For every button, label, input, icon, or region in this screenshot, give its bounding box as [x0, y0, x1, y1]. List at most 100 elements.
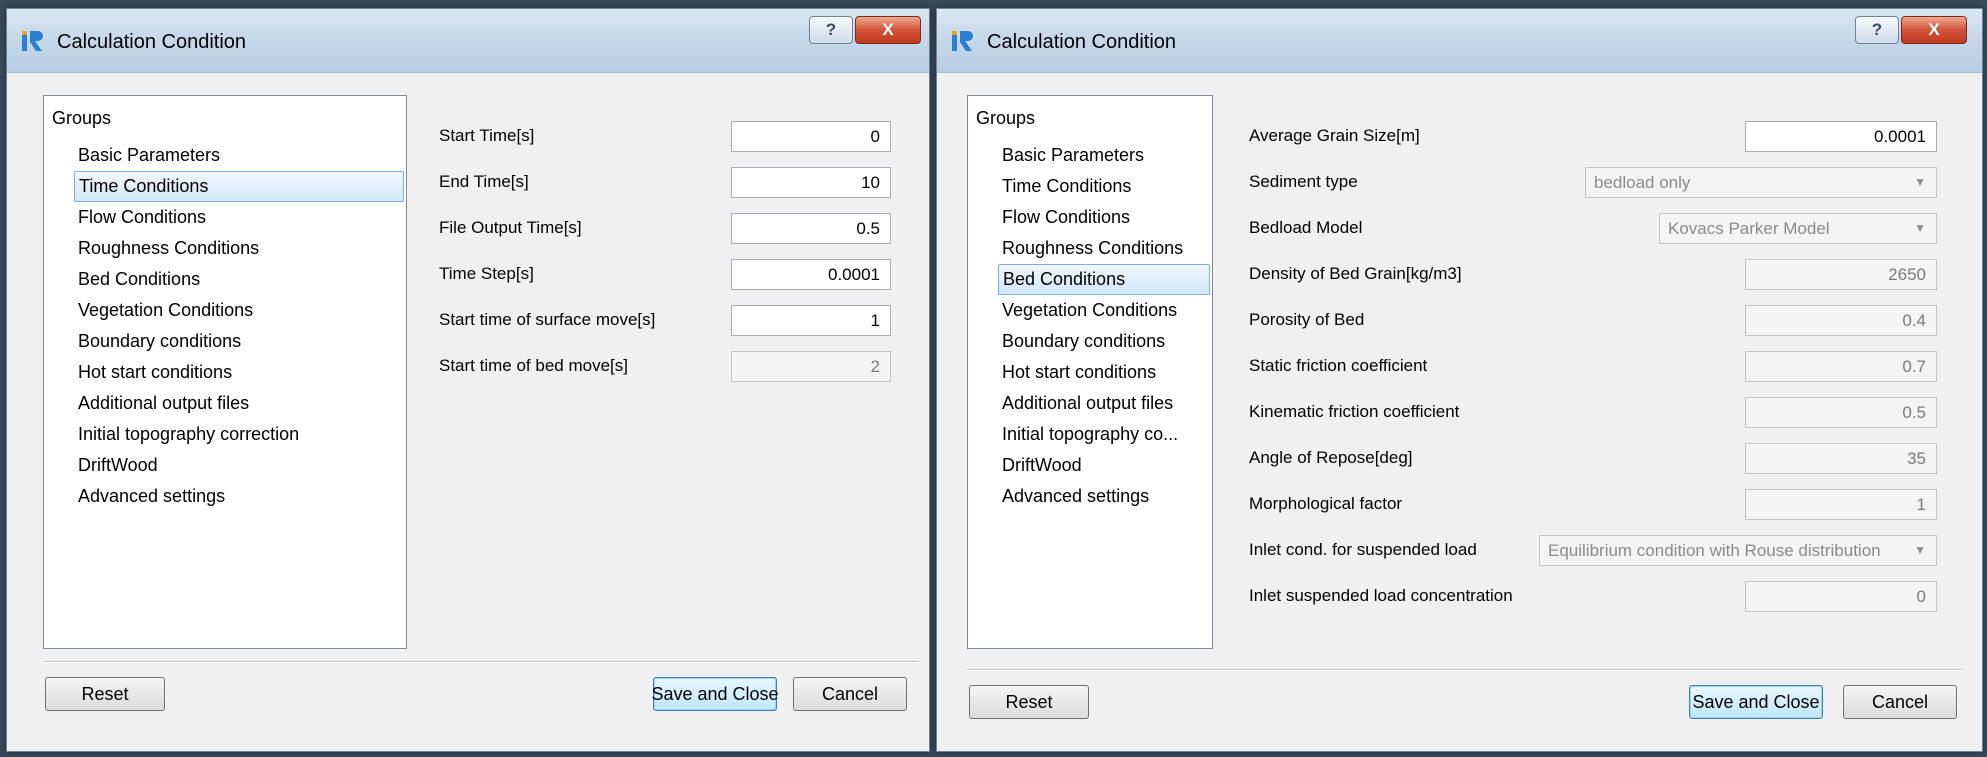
form-row-morphological-factor: Morphological factor 1: [1249, 489, 1969, 520]
close-icon: X: [882, 20, 894, 39]
calculation-condition-dialog-time: Calculation Condition ? X Groups Basic P…: [6, 8, 930, 752]
cancel-button[interactable]: Cancel: [1843, 685, 1957, 719]
groups-header: Groups: [976, 108, 1036, 128]
group-item-driftwood[interactable]: DriftWood: [998, 450, 1210, 481]
form-row-bed-grain-density: Density of Bed Grain[kg/m3] 2650: [1249, 259, 1969, 290]
surface-move-start-input[interactable]: 1: [731, 305, 891, 336]
group-item-hot-start-conditions[interactable]: Hot start conditions: [998, 357, 1210, 388]
close-button[interactable]: X: [1901, 16, 1967, 44]
chevron-down-icon: ▼: [1914, 221, 1926, 235]
group-item-vegetation-conditions[interactable]: Vegetation Conditions: [998, 295, 1210, 326]
close-button[interactable]: X: [855, 16, 921, 44]
time-step-input[interactable]: 0.0001: [731, 259, 891, 290]
group-item-bed-conditions[interactable]: Bed Conditions: [998, 264, 1210, 295]
porosity-input: 0.4: [1745, 305, 1937, 336]
group-item-initial-topography-correction[interactable]: Initial topography co...: [998, 419, 1210, 450]
group-item-roughness-conditions[interactable]: Roughness Conditions: [998, 233, 1210, 264]
window-title: Calculation Condition: [987, 31, 1177, 53]
group-item-hot-start-conditions[interactable]: Hot start conditions: [74, 357, 404, 388]
groups-list[interactable]: Groups Basic Parameters Time Conditions …: [43, 95, 407, 649]
form-row-static-friction: Static friction coefficient 0.7: [1249, 351, 1969, 382]
field-label: File Output Time[s]: [439, 218, 582, 237]
groups-header: Groups: [52, 108, 112, 128]
bedload-model-select: Kovacs Parker Model ▼: [1659, 213, 1937, 244]
save-and-close-button[interactable]: Save and Close: [1689, 685, 1823, 719]
form-row-inlet-suspended-cond: Inlet cond. for suspended load Equilibri…: [1249, 535, 1969, 566]
end-time-input[interactable]: 10: [731, 167, 891, 198]
field-label: Sediment type: [1249, 172, 1358, 191]
file-output-time-input[interactable]: 0.5: [731, 213, 891, 244]
group-item-initial-topography-correction[interactable]: Initial topography correction: [74, 419, 404, 450]
group-item-flow-conditions[interactable]: Flow Conditions: [74, 202, 404, 233]
group-item-basic-parameters[interactable]: Basic Parameters: [74, 140, 404, 171]
close-icon: X: [1928, 20, 1940, 39]
help-icon: ?: [825, 20, 837, 39]
field-label: Start time of surface move[s]: [439, 310, 656, 329]
bed-move-start-input: 2: [731, 351, 891, 382]
group-item-additional-output-files[interactable]: Additional output files: [998, 388, 1210, 419]
form-row-start-time: Start Time[s] 0: [439, 121, 899, 152]
form-row-file-output-time: File Output Time[s] 0.5: [439, 213, 899, 244]
field-label: Start time of bed move[s]: [439, 356, 628, 375]
combo-value: Equilibrium condition with Rouse distrib…: [1548, 541, 1881, 560]
average-grain-size-input[interactable]: 0.0001: [1745, 121, 1937, 152]
morphological-factor-input: 1: [1745, 489, 1937, 520]
iric-app-icon: [952, 31, 973, 51]
form-row-average-grain-size: Average Grain Size[m] 0.0001: [1249, 121, 1969, 152]
sediment-type-select: bedload only ▼: [1585, 167, 1937, 198]
inlet-suspended-cond-select: Equilibrium condition with Rouse distrib…: [1539, 535, 1937, 566]
groups-list[interactable]: Groups Basic Parameters Time Conditions …: [967, 95, 1213, 649]
bed-grain-density-input: 2650: [1745, 259, 1937, 290]
field-label: Start Time[s]: [439, 126, 535, 145]
group-item-driftwood[interactable]: DriftWood: [74, 450, 404, 481]
form-row-end-time: End Time[s] 10: [439, 167, 899, 198]
form-row-inlet-suspended-conc: Inlet suspended load concentration 0: [1249, 581, 1969, 612]
field-label: Inlet suspended load concentration: [1249, 586, 1513, 605]
group-item-bed-conditions[interactable]: Bed Conditions: [74, 264, 404, 295]
group-item-vegetation-conditions[interactable]: Vegetation Conditions: [74, 295, 404, 326]
help-icon: ?: [1871, 20, 1883, 39]
form-row-porosity: Porosity of Bed 0.4: [1249, 305, 1969, 336]
field-label: Angle of Repose[deg]: [1249, 448, 1413, 467]
group-item-time-conditions[interactable]: Time Conditions: [74, 171, 404, 202]
group-item-basic-parameters[interactable]: Basic Parameters: [998, 140, 1210, 171]
reset-button[interactable]: Reset: [45, 677, 165, 711]
form-row-bed-move: Start time of bed move[s] 2: [439, 351, 899, 382]
iric-app-icon: [22, 31, 43, 51]
help-button[interactable]: ?: [809, 16, 853, 44]
calculation-condition-dialog-bed: Calculation Condition ? X Groups Basic P…: [936, 8, 1983, 752]
group-item-boundary-conditions[interactable]: Boundary conditions: [998, 326, 1210, 357]
title-bar[interactable]: Calculation Condition ? X: [7, 9, 929, 73]
inlet-suspended-conc-input: 0: [1745, 581, 1937, 612]
form-row-time-step: Time Step[s] 0.0001: [439, 259, 899, 290]
field-label: Time Step[s]: [439, 264, 534, 283]
group-item-roughness-conditions[interactable]: Roughness Conditions: [74, 233, 404, 264]
window-title: Calculation Condition: [57, 31, 247, 53]
form-row-surface-move: Start time of surface move[s] 1: [439, 305, 899, 336]
group-items: Basic Parameters Time Conditions Flow Co…: [74, 140, 404, 512]
save-and-close-button[interactable]: Save and Close: [651, 677, 779, 711]
static-friction-input: 0.7: [1745, 351, 1937, 382]
help-button[interactable]: ?: [1855, 16, 1899, 44]
field-label: Morphological factor: [1249, 494, 1403, 513]
group-item-boundary-conditions[interactable]: Boundary conditions: [74, 326, 404, 357]
form-row-bedload-model: Bedload Model Kovacs Parker Model ▼: [1249, 213, 1969, 244]
chevron-down-icon: ▼: [1914, 543, 1926, 557]
group-item-advanced-settings[interactable]: Advanced settings: [74, 481, 404, 512]
form-row-sediment-type: Sediment type bedload only ▼: [1249, 167, 1969, 198]
separator: [967, 669, 1963, 671]
combo-value: Kovacs Parker Model: [1668, 219, 1830, 238]
start-time-input[interactable]: 0: [731, 121, 891, 152]
form-row-kinematic-friction: Kinematic friction coefficient 0.5: [1249, 397, 1969, 428]
group-item-advanced-settings[interactable]: Advanced settings: [998, 481, 1210, 512]
cancel-button[interactable]: Cancel: [793, 677, 907, 711]
group-item-time-conditions[interactable]: Time Conditions: [998, 171, 1210, 202]
group-item-additional-output-files[interactable]: Additional output files: [74, 388, 404, 419]
angle-of-repose-input: 35: [1745, 443, 1937, 474]
title-bar[interactable]: Calculation Condition ? X: [937, 9, 1982, 73]
group-items: Basic Parameters Time Conditions Flow Co…: [998, 140, 1210, 512]
group-item-flow-conditions[interactable]: Flow Conditions: [998, 202, 1210, 233]
field-label: Static friction coefficient: [1249, 356, 1428, 375]
reset-button[interactable]: Reset: [969, 685, 1089, 719]
field-label: Average Grain Size[m]: [1249, 126, 1420, 145]
